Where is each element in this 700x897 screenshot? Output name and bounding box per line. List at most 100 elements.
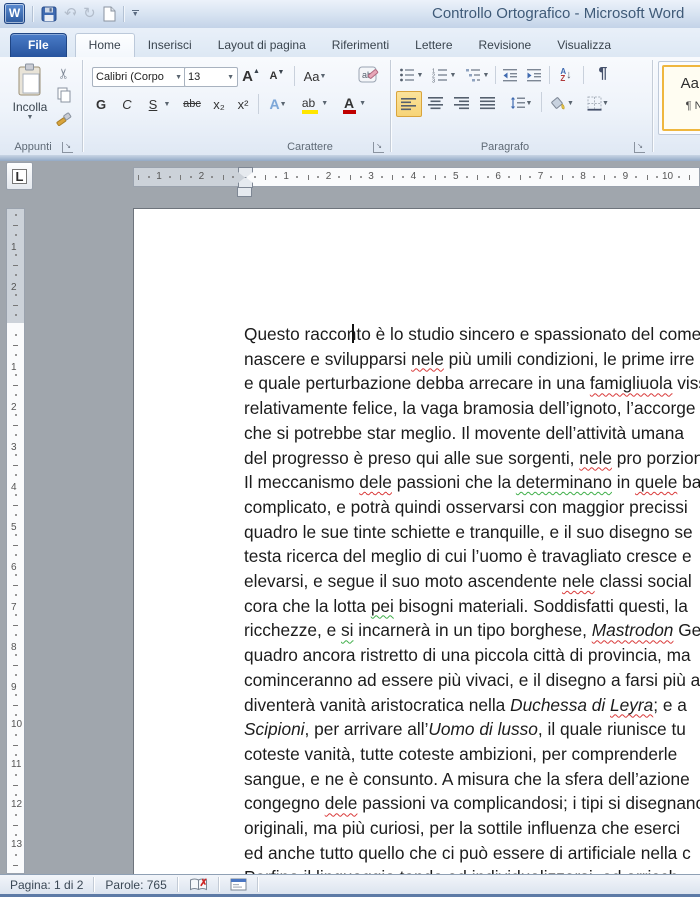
misspelled-word: famigliuola: [589, 373, 673, 394]
text-segment: passioni che la: [391, 472, 516, 493]
tab-home[interactable]: Home: [74, 33, 135, 57]
bold-button[interactable]: G: [90, 93, 112, 115]
text-line: diventerà vanità aristocratica nella Duc…: [244, 693, 700, 718]
misspelled-word: quele: [635, 472, 678, 493]
ruler-tick: [168, 176, 171, 178]
text-line: sangue, e ne è consunto. A misura che la…: [244, 767, 700, 792]
copy-icon[interactable]: [56, 87, 72, 103]
grammar-flagged-word: pei: [370, 595, 394, 616]
ruler-tick: [444, 176, 447, 178]
redo-icon[interactable]: ↻: [83, 5, 96, 22]
ruler-tick: [13, 825, 18, 826]
font-size-combo[interactable]: 13 ▼: [184, 67, 238, 87]
tab-inserisci[interactable]: Inserisci: [135, 34, 205, 57]
cut-icon[interactable]: ✂: [56, 64, 73, 80]
superscript-button[interactable]: x²: [232, 93, 254, 115]
tab-selector-button[interactable]: L: [6, 162, 33, 190]
ruler-tick: [13, 345, 18, 346]
align-right-button[interactable]: [450, 91, 474, 115]
italic-button[interactable]: C: [116, 93, 138, 115]
ruler-tick: [13, 665, 18, 666]
bullets-dropdown-icon[interactable]: ▼: [415, 65, 425, 85]
text-line: testa ricerca del meglio di cui l’uomo è…: [244, 544, 700, 569]
sort-button[interactable]: A Z ↓: [554, 65, 578, 85]
align-center-button[interactable]: [424, 91, 448, 115]
ruler-tick: [265, 175, 267, 180]
tab-lettere[interactable]: Lettere: [402, 34, 465, 57]
align-left-button[interactable]: [396, 91, 422, 117]
style-normal-chip[interactable]: AaBb ¶ Nor: [662, 65, 700, 131]
font-name-combo[interactable]: Calibri (Corpo ▼: [92, 67, 186, 87]
change-case-button[interactable]: Aa ▼: [300, 65, 330, 87]
font-dialog-launcher-icon[interactable]: ↘: [373, 142, 384, 153]
paragraph-dialog-launcher-icon[interactable]: ↘: [634, 142, 645, 153]
increase-indent-button[interactable]: [524, 65, 544, 85]
font-color-button[interactable]: A ▼: [340, 91, 370, 115]
proofing-errors-button[interactable]: ✗: [179, 877, 218, 892]
paste-button[interactable]: Incolla ▼: [6, 62, 54, 142]
ruler-tick: [604, 175, 606, 180]
left-indent-marker[interactable]: [237, 187, 252, 197]
tab-layout-di-pagina[interactable]: Layout di pagina: [205, 34, 319, 57]
show-paragraph-marks-button[interactable]: ¶: [592, 63, 614, 85]
text-segment: , il quale riunisce tu: [537, 719, 686, 740]
underline-button[interactable]: S: [142, 93, 164, 115]
ruler-tick: [180, 175, 182, 180]
underline-dropdown-icon[interactable]: ▼: [162, 93, 172, 115]
tab-revisione[interactable]: Revisione: [466, 34, 545, 57]
clipboard-dialog-launcher-icon[interactable]: ↘: [62, 142, 73, 153]
text-segment: viss: [677, 373, 700, 394]
numbering-dropdown-icon[interactable]: ▼: [448, 65, 458, 85]
undo-button[interactable]: ↶ ▾: [64, 5, 77, 22]
line-spacing-button[interactable]: ▼: [506, 91, 536, 115]
new-document-icon[interactable]: [103, 6, 116, 22]
text-segment: del progresso è preso qui alle sue sorge…: [244, 447, 580, 468]
ruler-tick: [477, 175, 479, 180]
text-segment: incarnerà in un tipo borghese,: [353, 620, 592, 641]
multilevel-list-button[interactable]: [463, 65, 483, 85]
borders-button[interactable]: ▼: [583, 91, 613, 115]
text-highlight-button[interactable]: ab ▼: [300, 91, 330, 115]
tab-riferimenti[interactable]: Riferimenti: [319, 34, 402, 57]
grow-font-button[interactable]: A ▲: [240, 65, 262, 87]
numbering-button[interactable]: 123: [430, 65, 450, 85]
ruler-number: 11: [11, 759, 22, 770]
shrink-font-button[interactable]: A ▼: [266, 65, 288, 87]
misspelled-word: nele: [561, 571, 595, 592]
ruler-tick: [15, 554, 17, 556]
tab-visualizza[interactable]: Visualizza: [544, 34, 624, 57]
ruler-tick: [15, 694, 17, 696]
format-painter-icon[interactable]: [56, 110, 72, 126]
ruler-tick: [13, 545, 18, 546]
ruler-number: 10: [11, 719, 23, 730]
justify-button[interactable]: [476, 91, 500, 115]
word-logo-icon[interactable]: W: [4, 3, 25, 24]
text-segment: testa ricerca del meglio di cui l’uomo è…: [244, 546, 692, 567]
vertical-ruler[interactable]: 2 1 1 2 3 4 5 6 7 8 9 10 11 12 13: [6, 208, 25, 874]
page-count-status[interactable]: Pagina: 1 di 2: [0, 878, 93, 892]
misspelled-word: nele: [411, 348, 444, 369]
ruler-tick: [519, 175, 521, 180]
save-icon[interactable]: [41, 6, 57, 22]
divider: [294, 66, 295, 86]
word-count-status[interactable]: Parole: 765: [95, 878, 176, 892]
clear-formatting-button[interactable]: ab: [356, 63, 382, 87]
macro-panel-button[interactable]: [220, 878, 257, 891]
font-color-bar: [342, 110, 356, 114]
document-page[interactable]: Questo racconto è lo studio sincero e sp…: [133, 208, 700, 897]
customize-qat-icon[interactable]: ▼: [131, 9, 139, 18]
font-name-dropdown-icon: ▼: [175, 73, 182, 81]
paste-label: Incolla: [12, 100, 48, 114]
bullets-button[interactable]: [397, 65, 417, 85]
paste-dropdown-icon: ▼: [26, 114, 34, 121]
text-segment: Duchessa di: [510, 694, 610, 715]
decrease-indent-button[interactable]: [500, 65, 520, 85]
multilevel-dropdown-icon[interactable]: ▼: [481, 65, 491, 85]
tab-file[interactable]: File: [10, 33, 67, 57]
subscript-button[interactable]: x₂: [208, 93, 230, 115]
horizontal-ruler[interactable]: 2 1 1 2 3 4 5 6 7 8 9 10: [133, 167, 700, 188]
text-line: ed anche tutto quello che ci può essere …: [244, 841, 700, 866]
strikethrough-button[interactable]: abc: [178, 93, 206, 115]
text-effects-button[interactable]: A ▼: [266, 93, 290, 115]
shading-button[interactable]: ▼: [547, 91, 577, 115]
